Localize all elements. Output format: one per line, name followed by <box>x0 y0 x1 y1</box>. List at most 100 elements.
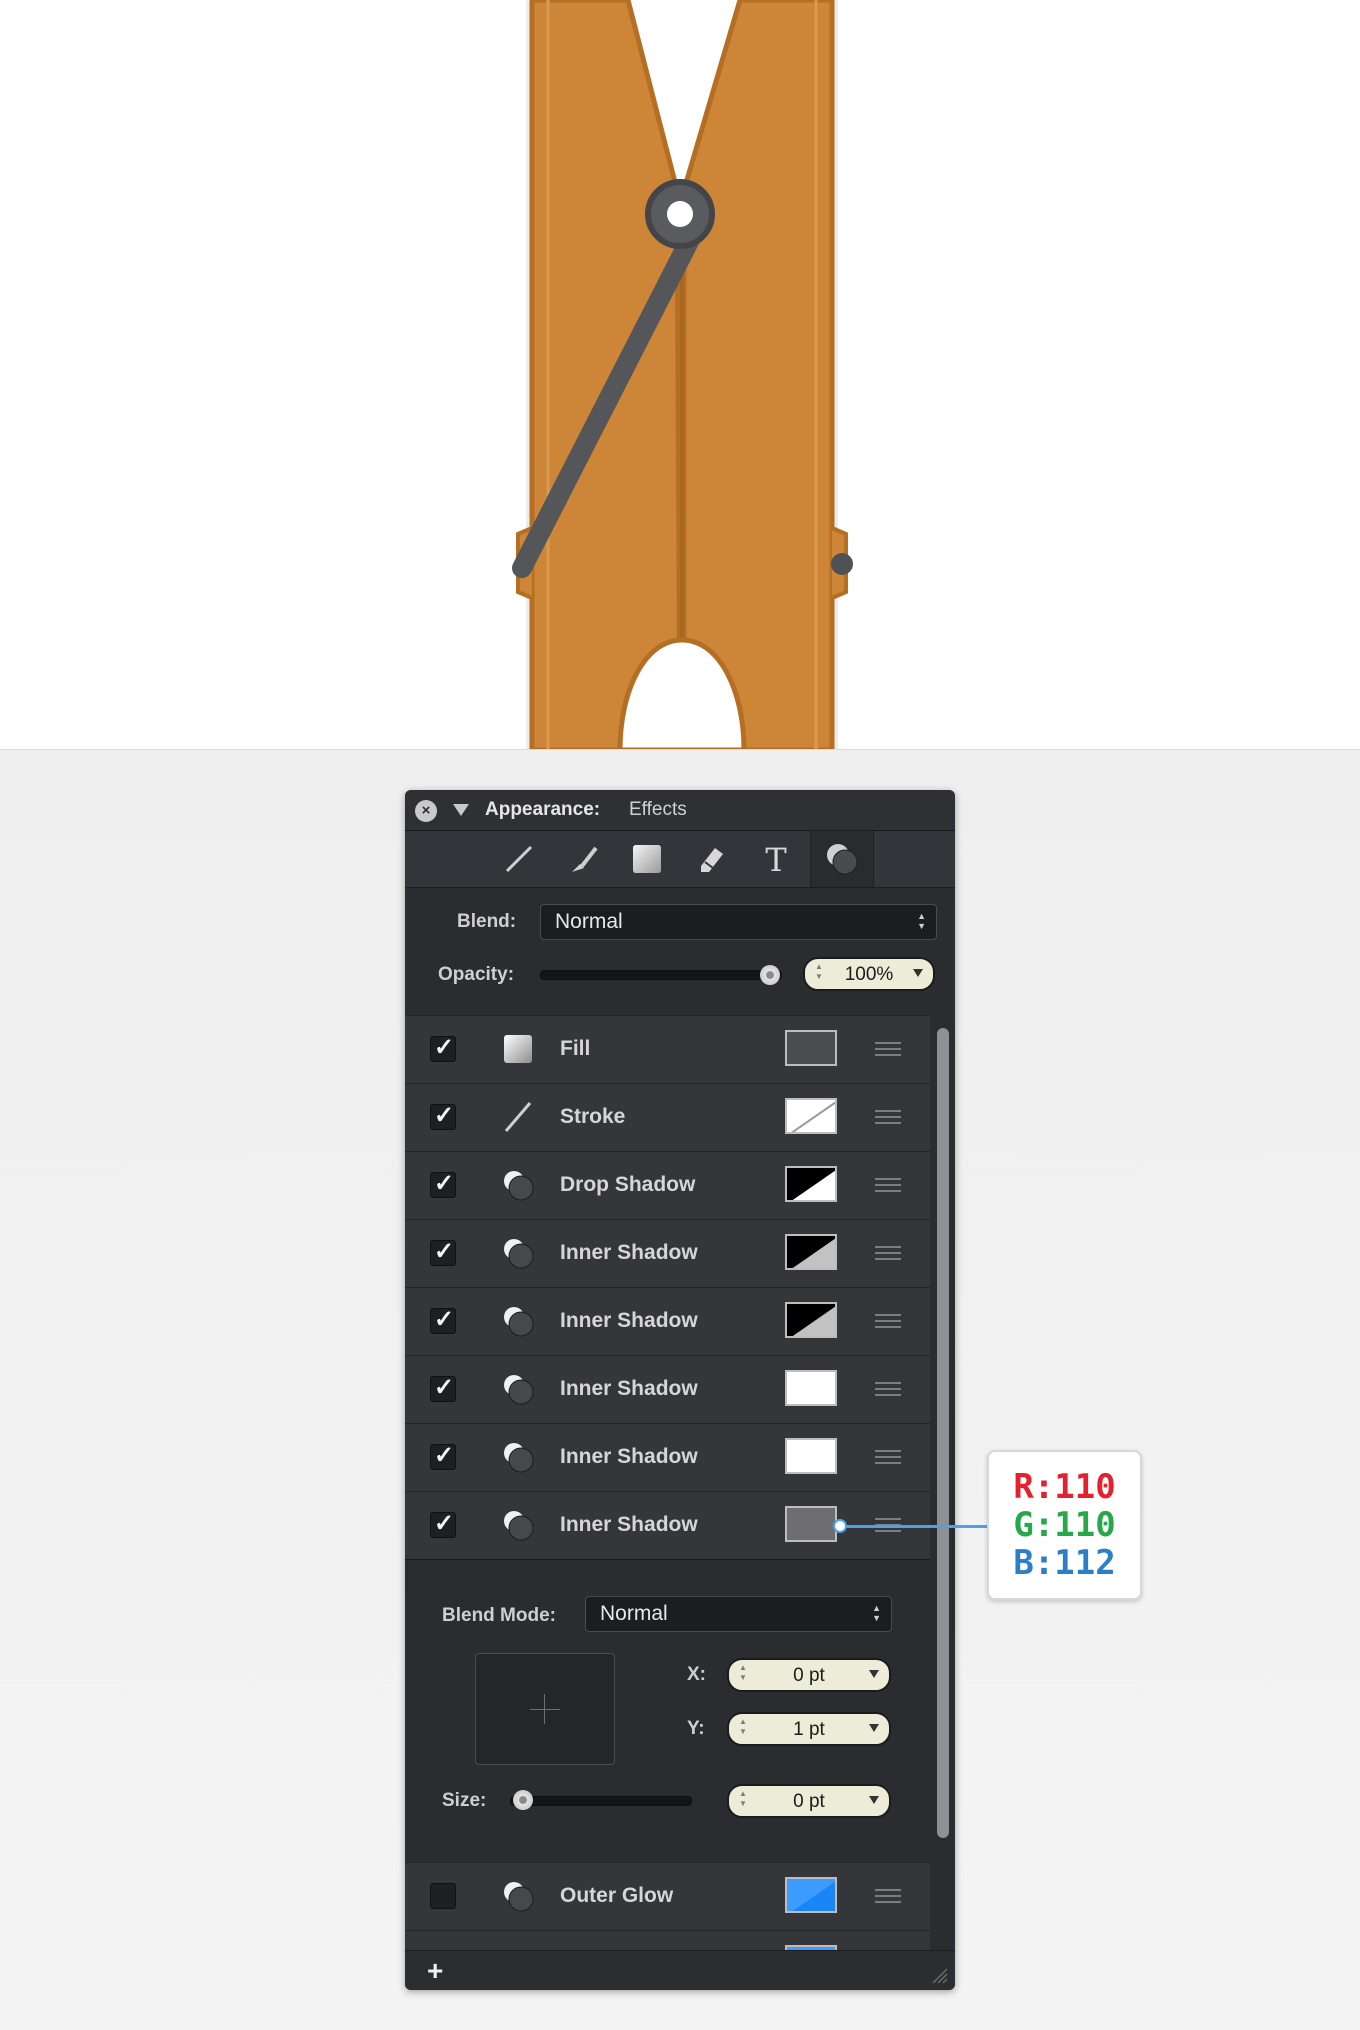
dropdown-arrow-icon[interactable] <box>869 1796 879 1804</box>
effect-name: Stroke <box>560 1105 626 1128</box>
artboard-canvas[interactable] <box>0 0 1360 750</box>
shadow-icon <box>500 1167 536 1203</box>
checkmark-icon: ✓ <box>434 1170 455 1197</box>
shadow-icon <box>500 1371 536 1407</box>
effect-row[interactable]: ✓ Inner Shadow <box>405 1423 930 1492</box>
opacity-slider[interactable] <box>540 970 782 980</box>
color-swatch[interactable] <box>785 1098 837 1134</box>
drag-handle-icon[interactable] <box>875 1042 901 1056</box>
close-icon[interactable]: × <box>415 800 437 822</box>
dropdown-arrow-icon[interactable] <box>869 1724 879 1732</box>
effect-checkbox[interactable]: ✓ <box>430 1442 456 1470</box>
y-field[interactable]: ▲ ▼ 1 pt <box>727 1712 891 1746</box>
size-slider-knob[interactable] <box>513 1790 533 1810</box>
checkmark-icon: ✓ <box>434 1510 455 1537</box>
checkmark-icon: ✓ <box>434 1374 455 1401</box>
color-swatch[interactable] <box>785 1302 837 1338</box>
blend-select[interactable]: Normal ▲ ▼ <box>540 904 937 940</box>
effect-row[interactable]: ✓ Inner Shadow <box>405 1355 930 1424</box>
opacity-slider-knob[interactable] <box>760 965 780 985</box>
effect-checkbox[interactable]: ✓ <box>430 1306 456 1334</box>
drag-handle-icon[interactable] <box>875 1450 901 1464</box>
drag-handle-icon[interactable] <box>875 1382 901 1396</box>
green-value: G:110 <box>1013 1505 1116 1545</box>
panel-bottombar: + <box>405 1950 955 1990</box>
panel-title: Appearance: <box>485 799 601 820</box>
shadow-icon <box>500 1878 536 1914</box>
checkmark-icon: ✓ <box>434 1102 455 1129</box>
effect-row[interactable]: ✓ Fill <box>405 1015 930 1084</box>
effect-checkbox[interactable]: ✓ <box>430 1510 456 1538</box>
checkmark-icon: ✓ <box>434 1034 455 1061</box>
panel-subtitle: Effects <box>629 799 687 820</box>
effect-name: Inner Shadow <box>560 1377 698 1400</box>
offset-pad[interactable] <box>475 1653 615 1765</box>
color-swatch[interactable] <box>785 1506 837 1542</box>
color-swatch[interactable] <box>785 1370 837 1406</box>
opacity-field[interactable]: ▲ ▼ 100% <box>803 957 935 991</box>
scrollbar-thumb[interactable] <box>937 1028 949 1838</box>
blend-mode-select[interactable]: Normal ▲ ▼ <box>585 1596 892 1632</box>
effect-name: Fill <box>560 1037 591 1060</box>
size-value: 0 pt <box>793 1791 825 1812</box>
y-label: Y: <box>687 1718 705 1739</box>
effect-row[interactable]: ✓ Drop Shadow <box>405 1151 930 1220</box>
size-slider[interactable] <box>510 1796 692 1806</box>
effect-name: Inner Shadow <box>560 1513 698 1536</box>
effect-checkbox[interactable]: ✓ <box>430 1034 456 1062</box>
fill-tool-icon[interactable] <box>627 839 667 879</box>
resize-grip-icon[interactable] <box>929 1965 949 1985</box>
dropdown-arrow-icon[interactable] <box>869 1670 879 1678</box>
x-label: X: <box>687 1664 706 1685</box>
dropdown-arrow-icon[interactable] <box>913 969 923 977</box>
text-tool-icon[interactable]: T <box>756 839 796 879</box>
shadow-icon <box>500 1235 536 1271</box>
blend-mode-label: Blend Mode: <box>442 1605 556 1626</box>
effect-row[interactable]: ✓ Inner Shadow <box>405 1219 930 1288</box>
opacity-label: Opacity: <box>438 964 515 985</box>
color-swatch[interactable] <box>785 1234 837 1270</box>
drag-handle-icon[interactable] <box>875 1314 901 1328</box>
drag-handle-icon[interactable] <box>875 1889 901 1903</box>
crosshair-line <box>530 1709 560 1710</box>
effect-row[interactable]: Outer Glow <box>405 1862 930 1931</box>
color-swatch[interactable] <box>785 1166 837 1202</box>
drag-handle-icon[interactable] <box>875 1110 901 1124</box>
panel-titlebar[interactable]: × Appearance: Effects <box>405 790 955 831</box>
shadow-icon <box>500 1303 536 1339</box>
effect-name: Inner Shadow <box>560 1241 698 1264</box>
color-swatch[interactable] <box>785 1030 837 1066</box>
x-value: 0 pt <box>793 1665 825 1686</box>
shadow-icon <box>500 1439 536 1475</box>
drag-handle-icon[interactable] <box>875 1246 901 1260</box>
drag-handle-icon[interactable] <box>875 1178 901 1192</box>
color-swatch[interactable] <box>785 1877 837 1913</box>
stroke-tool-icon[interactable] <box>499 839 539 879</box>
color-swatch[interactable] <box>785 1438 837 1474</box>
clothespin-illustration <box>512 0 853 749</box>
x-field[interactable]: ▲ ▼ 0 pt <box>727 1658 891 1692</box>
effect-checkbox[interactable]: ✓ <box>430 1170 456 1198</box>
select-arrows-icon: ▲ ▼ <box>872 1603 881 1623</box>
effect-checkbox[interactable] <box>430 1883 456 1909</box>
effect-name: Drop Shadow <box>560 1173 696 1196</box>
effect-name: Outer Glow <box>560 1884 674 1907</box>
red-value: R:110 <box>1013 1467 1116 1507</box>
effect-checkbox[interactable]: ✓ <box>430 1102 456 1130</box>
select-arrows-icon: ▲ ▼ <box>917 911 926 931</box>
effect-checkbox[interactable]: ✓ <box>430 1374 456 1402</box>
blend-value: Normal <box>555 910 623 933</box>
checkmark-icon: ✓ <box>434 1442 455 1469</box>
effect-row[interactable]: ✓ Stroke <box>405 1083 930 1152</box>
size-field[interactable]: ▲ ▼ 0 pt <box>727 1784 891 1818</box>
color-value-callout: R:110 G:110 B:112 <box>987 1450 1142 1600</box>
add-effect-button[interactable]: + <box>427 1955 443 1987</box>
eraser-tool-icon[interactable] <box>692 839 732 879</box>
effect-row[interactable]: ✓ Inner Shadow <box>405 1287 930 1356</box>
blend-mode-value: Normal <box>600 1602 668 1625</box>
effects-tool-icon[interactable] <box>810 831 874 887</box>
y-value: 1 pt <box>793 1719 825 1740</box>
brush-tool-icon[interactable] <box>563 839 603 879</box>
effect-checkbox[interactable]: ✓ <box>430 1238 456 1266</box>
collapse-triangle-icon[interactable] <box>453 804 469 816</box>
